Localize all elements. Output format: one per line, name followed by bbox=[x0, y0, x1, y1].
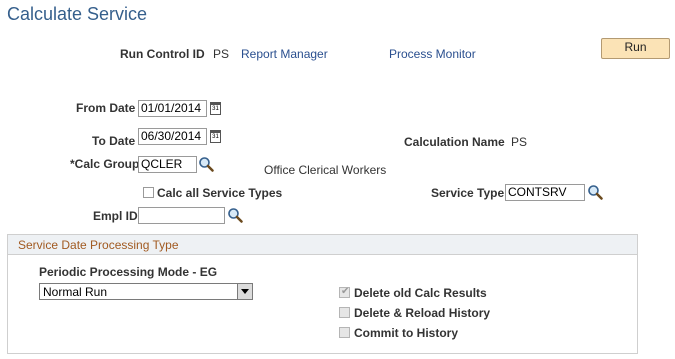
calculation-name-label: Calculation Name bbox=[404, 135, 505, 149]
commit-to-history-checkbox[interactable] bbox=[339, 327, 350, 338]
to-date-label: To Date bbox=[92, 134, 136, 148]
group-header: Service Date Processing Type bbox=[8, 235, 637, 255]
commit-to-history-label: Commit to History bbox=[354, 326, 459, 340]
to-date-input[interactable]: 06/30/2014 bbox=[138, 128, 207, 145]
calc-group-description: Office Clerical Workers bbox=[264, 163, 387, 177]
from-date-label: From Date bbox=[76, 101, 136, 115]
calc-all-service-types-checkbox[interactable] bbox=[143, 187, 154, 198]
empl-id-input[interactable] bbox=[138, 207, 225, 224]
magnifier-lookup-icon[interactable] bbox=[227, 207, 243, 223]
chevron-down-icon[interactable] bbox=[237, 284, 252, 299]
magnifier-lookup-icon[interactable] bbox=[198, 156, 214, 172]
checkmark-icon: ✔ bbox=[341, 286, 350, 297]
delete-reload-history-label: Delete & Reload History bbox=[354, 306, 491, 320]
calendar-icon[interactable]: 31 bbox=[210, 130, 221, 143]
delete-reload-history-checkbox[interactable] bbox=[339, 307, 350, 318]
group-title: Service Date Processing Type bbox=[18, 238, 179, 252]
report-manager-link[interactable]: Report Manager bbox=[241, 47, 328, 61]
calc-group-input[interactable]: QCLER bbox=[138, 156, 197, 173]
calc-group-label: *Calc Group bbox=[70, 157, 140, 171]
calculation-name-value: PS bbox=[511, 135, 528, 149]
run-button[interactable]: Run bbox=[601, 38, 670, 59]
from-date-input[interactable]: 01/01/2014 bbox=[138, 100, 207, 117]
empl-id-label: Empl ID bbox=[93, 209, 138, 223]
service-type-input[interactable]: CONTSRV bbox=[505, 184, 585, 201]
calendar-icon[interactable]: 31 bbox=[210, 102, 221, 115]
run-control-value: PS bbox=[213, 47, 230, 61]
delete-old-calc-checkbox[interactable]: ✔ bbox=[339, 286, 350, 298]
run-control-label: Run Control ID bbox=[120, 47, 205, 61]
service-type-label: Service Type bbox=[431, 186, 505, 200]
delete-old-calc-label: Delete old Calc Results bbox=[354, 286, 487, 300]
processing-mode-label: Periodic Processing Mode - EG bbox=[39, 265, 218, 279]
calc-all-service-types-label: Calc all Service Types bbox=[157, 186, 283, 200]
page-title: Calculate Service bbox=[7, 4, 148, 24]
process-monitor-link[interactable]: Process Monitor bbox=[389, 47, 476, 61]
processing-mode-value: Normal Run bbox=[43, 285, 108, 299]
processing-mode-select[interactable]: Normal Run bbox=[39, 283, 253, 300]
service-date-processing-group: Service Date Processing Type Periodic Pr… bbox=[7, 234, 638, 354]
magnifier-lookup-icon[interactable] bbox=[587, 184, 603, 200]
